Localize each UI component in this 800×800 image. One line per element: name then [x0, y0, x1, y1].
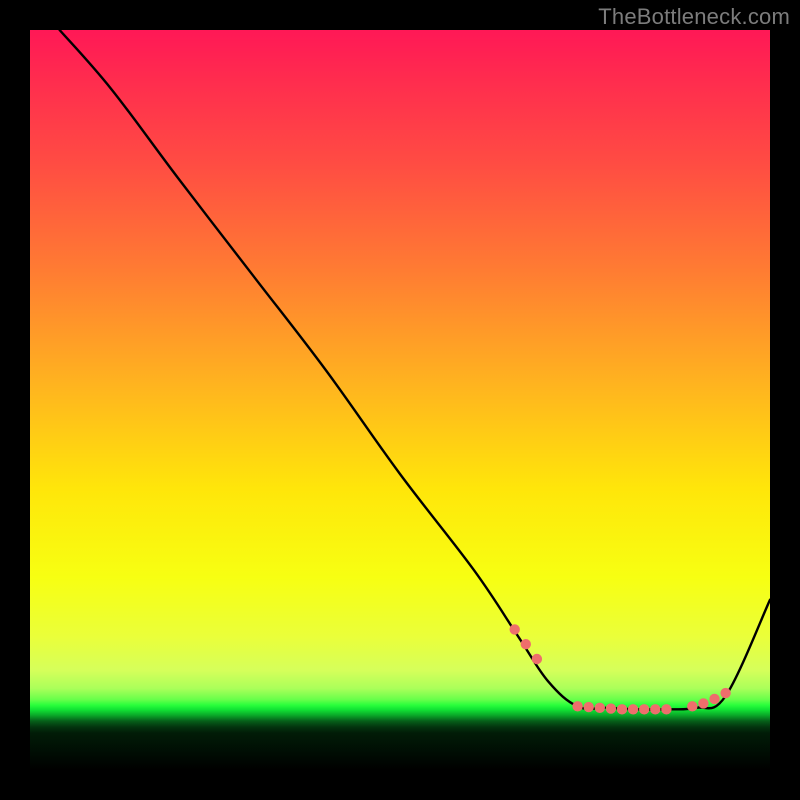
chart-frame: TheBottleneck.com [0, 0, 800, 800]
gradient-background [30, 30, 770, 770]
watermark-text: TheBottleneck.com [598, 4, 790, 30]
plot-area [30, 30, 770, 770]
